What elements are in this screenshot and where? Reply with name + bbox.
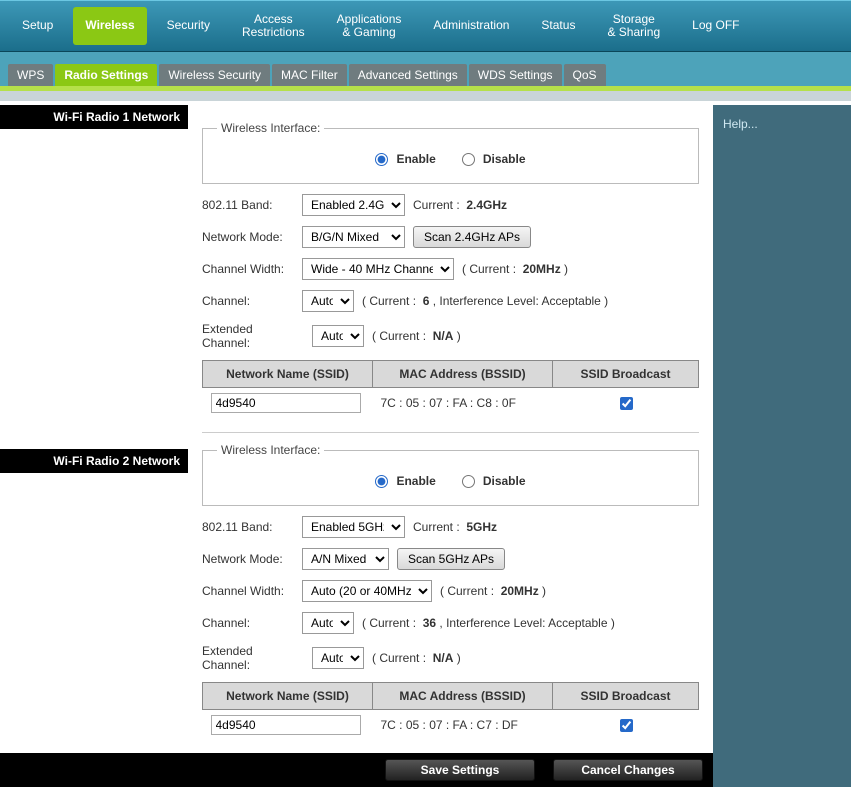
mid-bar (0, 91, 851, 101)
radio2-mode-label: Network Mode: (202, 552, 294, 566)
radio2-ssid-table: Network Name (SSID) MAC Address (BSSID) … (202, 682, 699, 740)
radio1-interface-legend: Wireless Interface: (217, 121, 324, 135)
radio1-band-label: 802.11 Band: (202, 198, 294, 212)
radio1-interface-fieldset: Wireless Interface: Enable Disable (202, 121, 699, 184)
radio2-width-select[interactable]: Auto (20 or 40MHz) (302, 580, 432, 602)
radio1-width-select[interactable]: Wide - 40 MHz Channel (302, 258, 454, 280)
radio2-ext-select[interactable]: Auto (312, 647, 364, 669)
radio2-disable-label: Disable (483, 474, 526, 488)
nav-setup[interactable]: Setup (10, 7, 65, 44)
radio1-enable-radio[interactable] (375, 153, 388, 166)
radio2-enable-label: Enable (396, 474, 435, 488)
nav-wireless[interactable]: Wireless (73, 7, 146, 44)
section-head-radio2: Wi-Fi Radio 2 Network (0, 449, 188, 473)
radio2-band-select[interactable]: Enabled 5GHz (302, 516, 405, 538)
tab-mac-filter[interactable]: MAC Filter (272, 64, 347, 86)
radio1-width-label: Channel Width: (202, 262, 294, 276)
radio2-ext-label: Extended Channel: (202, 644, 304, 672)
radio1-channel-select[interactable]: Auto (302, 290, 354, 312)
radio1-width-current: ( Current : 20MHz ) (462, 262, 568, 276)
radio2-channel-current: ( Current : 36 , Interference Level: Acc… (362, 616, 615, 630)
nav-security[interactable]: Security (155, 7, 222, 44)
radio2-broadcast-checkbox[interactable] (620, 719, 633, 732)
nav-administration[interactable]: Administration (421, 7, 521, 44)
col-mac: MAC Address (BSSID) (373, 361, 553, 388)
radio1-scan-button[interactable]: Scan 2.4GHz APs (413, 226, 531, 248)
nav-status[interactable]: Status (529, 7, 587, 44)
radio2-channel-select[interactable]: Auto (302, 612, 354, 634)
radio2-band-label: 802.11 Band: (202, 520, 294, 534)
nav-logoff[interactable]: Log OFF (680, 7, 751, 44)
col-ssid: Network Name (SSID) (203, 683, 373, 710)
radio1-band-current: Current : 2.4GHz (413, 198, 507, 212)
radio2-interface-legend: Wireless Interface: (217, 443, 324, 457)
radio1-disable-label: Disable (483, 152, 526, 166)
help-link[interactable]: Help... (723, 117, 758, 131)
radio1-ext-current: ( Current : N/A ) (372, 329, 461, 343)
col-mac: MAC Address (BSSID) (373, 683, 553, 710)
radio1-channel-label: Channel: (202, 294, 294, 308)
tab-wds-settings[interactable]: WDS Settings (469, 64, 562, 86)
radio2-disable-radio[interactable] (462, 475, 475, 488)
radio2-band-current: Current : 5GHz (413, 520, 497, 534)
save-settings-button[interactable]: Save Settings (385, 759, 535, 781)
radio2-ssid-row: 7C : 05 : 07 : FA : C7 : DF (203, 710, 699, 741)
radio1-disable-radio[interactable] (462, 153, 475, 166)
radio1-mac-value: 7C : 05 : 07 : FA : C8 : 0F (373, 388, 553, 419)
tab-qos[interactable]: QoS (564, 64, 606, 86)
tab-wireless-security[interactable]: Wireless Security (159, 64, 270, 86)
radio1-band-select[interactable]: Enabled 2.4GHz (302, 194, 405, 216)
radio2-ext-current: ( Current : N/A ) (372, 651, 461, 665)
tab-advanced-settings[interactable]: Advanced Settings (349, 64, 467, 86)
left-column: Wi-Fi Radio 1 Network Wi-Fi Radio 2 Netw… (0, 105, 188, 753)
section-head-radio1: Wi-Fi Radio 1 Network (0, 105, 188, 129)
radio2-interface-fieldset: Wireless Interface: Enable Disable (202, 443, 699, 506)
radio1-broadcast-checkbox[interactable] (620, 397, 633, 410)
nav-applications-gaming[interactable]: Applications & Gaming (325, 7, 414, 45)
radio2-mode-select[interactable]: A/N Mixed (302, 548, 389, 570)
col-ssid: Network Name (SSID) (203, 361, 373, 388)
radio2-channel-label: Channel: (202, 616, 294, 630)
help-panel: Help... (713, 105, 851, 753)
col-broadcast: SSID Broadcast (553, 683, 699, 710)
tab-wps[interactable]: WPS (8, 64, 53, 86)
radio2-mac-value: 7C : 05 : 07 : FA : C7 : DF (373, 710, 553, 741)
radio1-mode-label: Network Mode: (202, 230, 294, 244)
sub-nav: WPS Radio Settings Wireless Security MAC… (0, 52, 851, 86)
cancel-changes-button[interactable]: Cancel Changes (553, 759, 703, 781)
radio1-ssid-row: 7C : 05 : 07 : FA : C8 : 0F (203, 388, 699, 419)
radio2-scan-button[interactable]: Scan 5GHz APs (397, 548, 505, 570)
radio1-ssid-table: Network Name (SSID) MAC Address (BSSID) … (202, 360, 699, 418)
tab-radio-settings[interactable]: Radio Settings (55, 64, 157, 86)
radio1-mode-select[interactable]: B/G/N Mixed (302, 226, 405, 248)
radio1-ssid-input[interactable] (211, 393, 361, 413)
nav-access-restrictions[interactable]: Access Restrictions (230, 7, 317, 45)
radio2-enable-radio[interactable] (375, 475, 388, 488)
radio1-ext-select[interactable]: Auto (312, 325, 364, 347)
radio2-width-label: Channel Width: (202, 584, 294, 598)
radio1-enable-label: Enable (396, 152, 435, 166)
nav-storage-sharing[interactable]: Storage & Sharing (595, 7, 672, 45)
footer-buttons: Save Settings Cancel Changes (188, 753, 713, 787)
main-panel: Wireless Interface: Enable Disable 802.1… (188, 105, 713, 753)
top-nav: Setup Wireless Security Access Restricti… (0, 0, 851, 52)
radio1-ext-label: Extended Channel: (202, 322, 304, 350)
divider (202, 432, 699, 433)
col-broadcast: SSID Broadcast (553, 361, 699, 388)
radio1-channel-current: ( Current : 6 , Interference Level: Acce… (362, 294, 608, 308)
radio2-width-current: ( Current : 20MHz ) (440, 584, 546, 598)
radio2-ssid-input[interactable] (211, 715, 361, 735)
